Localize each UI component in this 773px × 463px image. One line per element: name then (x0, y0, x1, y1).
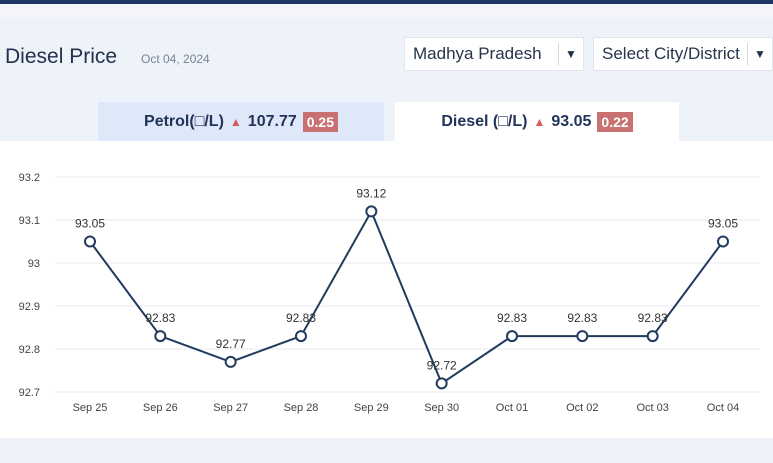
diesel-price: 93.05 (551, 112, 592, 130)
data-point (154, 330, 167, 343)
data-label: 92.83 (638, 311, 668, 325)
up-triangle-icon: ▲ (229, 114, 242, 129)
y-tick-label: 93.2 (19, 172, 40, 184)
data-point (717, 235, 729, 248)
data-label: 92.83 (145, 311, 175, 325)
tab-diesel[interactable]: Diesel (□/L) ▲ 93.05 0.22 (395, 102, 679, 141)
petrol-price: 107.77 (247, 112, 297, 130)
y-tick-label: 93 (28, 258, 40, 270)
data-point (646, 330, 659, 343)
data-label: 93.05 (75, 217, 105, 231)
y-tick-label: 93.1 (19, 215, 40, 227)
x-tick-label: Sep 25 (73, 402, 108, 414)
page-title: Diesel Price (5, 45, 118, 68)
x-tick-label: Sep 28 (284, 402, 319, 414)
data-point (435, 377, 448, 390)
data-label: 92.83 (497, 311, 527, 325)
x-tick-label: Oct 02 (566, 402, 598, 414)
price-line-chart: 93.2 93.1 93 92.9 92.8 92.7 Sep 25 Sep 26 Sep 27… (19, 172, 760, 414)
state-select[interactable]: Madhya Pradesh ▼ (404, 37, 584, 71)
x-tick-label: Sep 29 (354, 402, 389, 414)
y-tick-label: 92.8 (19, 344, 40, 356)
data-label: 93.05 (708, 217, 738, 231)
data-label: 93.12 (356, 186, 386, 200)
data-point (224, 355, 237, 368)
x-tick-label: Oct 01 (496, 402, 528, 414)
y-tick-label: 92.9 (19, 301, 40, 313)
petrol-change-badge: 0.25 (302, 111, 338, 132)
data-label: 92.72 (427, 358, 457, 372)
data-point (295, 330, 307, 343)
x-tick-label: Oct 04 (707, 402, 739, 414)
data-point (506, 330, 518, 343)
tab-petrol[interactable]: Petrol(□/L) ▲ 107.77 0.25 (98, 102, 384, 141)
up-triangle-icon: ▲ (533, 114, 546, 129)
x-tick-label: Sep 26 (143, 402, 178, 414)
caret-down-icon: ▼ (565, 47, 577, 61)
data-point (576, 330, 589, 343)
x-tick-label: Oct 03 (636, 402, 668, 414)
top-accent-bar (0, 0, 773, 4)
state-select-value: Madhya Pradesh (413, 44, 542, 63)
data-point (365, 205, 378, 218)
data-point (84, 235, 96, 248)
city-select-value: Select City/District (602, 44, 740, 63)
diesel-change-badge: 0.22 (597, 111, 633, 132)
data-label: 92.83 (567, 311, 597, 325)
tab-petrol-label: Petrol(□/L) (144, 112, 224, 130)
data-label: 92.83 (286, 311, 316, 325)
x-tick-label: Sep 27 (213, 402, 248, 414)
series-line (89, 209, 724, 385)
city-select[interactable]: Select City/District ▼ (593, 37, 773, 71)
price-date: Oct 04, 2024 (141, 52, 210, 66)
data-label: 92.77 (216, 337, 246, 351)
y-tick-label: 92.7 (19, 387, 40, 399)
tab-diesel-label: Diesel (□/L) (441, 112, 528, 130)
caret-down-icon: ▼ (754, 47, 766, 61)
x-tick-label: Sep 30 (424, 402, 459, 414)
